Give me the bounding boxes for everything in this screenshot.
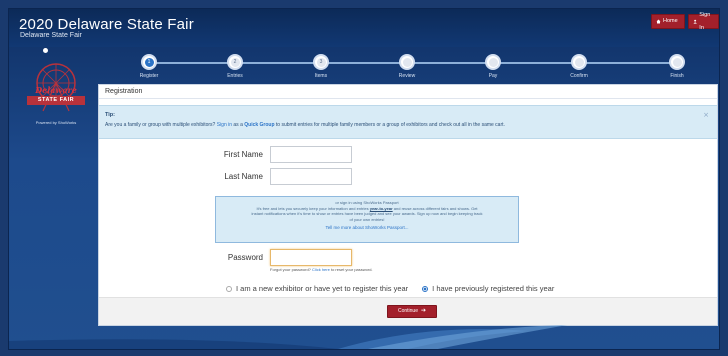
quick-group-link[interactable]: Quick Group bbox=[244, 122, 274, 128]
decorative-swoosh bbox=[9, 325, 568, 349]
password-label: Password bbox=[227, 253, 263, 262]
panel-title: Registration bbox=[99, 85, 717, 99]
home-label: Home bbox=[663, 18, 678, 24]
registration-panel: Registration Tip: Are you a family or gr… bbox=[98, 84, 718, 326]
logo-script-text: Delaware bbox=[35, 85, 77, 95]
delaware-state-fair-logo: STATE FAIR Delaware bbox=[21, 59, 91, 121]
first-name-input[interactable] bbox=[270, 146, 352, 163]
previously-registered-radio[interactable] bbox=[422, 285, 429, 292]
arrow-right-icon: ➔ bbox=[420, 308, 427, 314]
step-confirm[interactable]: Confirm bbox=[549, 54, 609, 79]
registration-form: First Name Last Name or sign in using Sh… bbox=[99, 139, 717, 299]
close-icon[interactable]: × bbox=[703, 111, 709, 119]
step-finish[interactable]: Finish bbox=[647, 54, 707, 79]
browser-viewport: 2020 Delaware State Fair Delaware State … bbox=[8, 8, 720, 350]
step-register[interactable]: 1 Register bbox=[119, 54, 179, 79]
tip-alert: Tip: Are you a family or group with mult… bbox=[99, 105, 717, 139]
sign-in-button[interactable]: Sign In bbox=[688, 12, 719, 31]
showorks-passport-box: or sign in using ShoWorks Passport It's … bbox=[215, 196, 519, 243]
page-indicator-dot bbox=[43, 48, 48, 53]
last-name-label: Last Name bbox=[224, 172, 263, 181]
user-icon bbox=[693, 19, 697, 24]
step-items[interactable]: 3 Items bbox=[291, 54, 351, 79]
password-input[interactable] bbox=[270, 249, 352, 266]
tip-text: Are you a family or group with multiple … bbox=[105, 122, 505, 128]
new-exhibitor-label[interactable]: I am a new exhibitor or have yet to regi… bbox=[236, 284, 408, 293]
site-subtitle: Delaware State Fair bbox=[20, 32, 82, 39]
tip-title: Tip: bbox=[105, 112, 115, 118]
home-icon bbox=[656, 19, 661, 24]
new-exhibitor-radio[interactable] bbox=[226, 285, 232, 292]
logo-text: STATE FAIR bbox=[37, 97, 75, 103]
step-review[interactable]: Review bbox=[377, 54, 437, 79]
step-pay[interactable]: Pay bbox=[463, 54, 523, 79]
sign-in-label: Sign In bbox=[699, 11, 711, 31]
site-title: 2020 Delaware State Fair bbox=[19, 16, 194, 33]
tip-sign-in-link[interactable]: Sign in bbox=[217, 122, 232, 128]
site-header: 2020 Delaware State Fair Delaware State … bbox=[9, 9, 719, 47]
progress-stepper: 1 Register 2 Entries 3 Items Review Pay … bbox=[91, 49, 719, 85]
exhibitor-status-radios: I am a new exhibitor or have yet to regi… bbox=[226, 284, 554, 293]
home-button[interactable]: Home bbox=[651, 14, 685, 29]
first-name-label: First Name bbox=[223, 150, 263, 159]
last-name-input[interactable] bbox=[270, 168, 352, 185]
passport-more-link[interactable]: Tell me more about ShoWorks Passport... bbox=[222, 225, 512, 230]
reset-password-link[interactable]: Click here bbox=[312, 267, 330, 272]
previously-registered-label[interactable]: I have previously registered this year bbox=[432, 284, 554, 293]
powered-by-label: Powered by ShoWorks bbox=[35, 120, 77, 125]
forgot-password-text: Forgot your password? Click here to rese… bbox=[270, 267, 373, 272]
step-entries[interactable]: 2 Entries bbox=[205, 54, 265, 79]
